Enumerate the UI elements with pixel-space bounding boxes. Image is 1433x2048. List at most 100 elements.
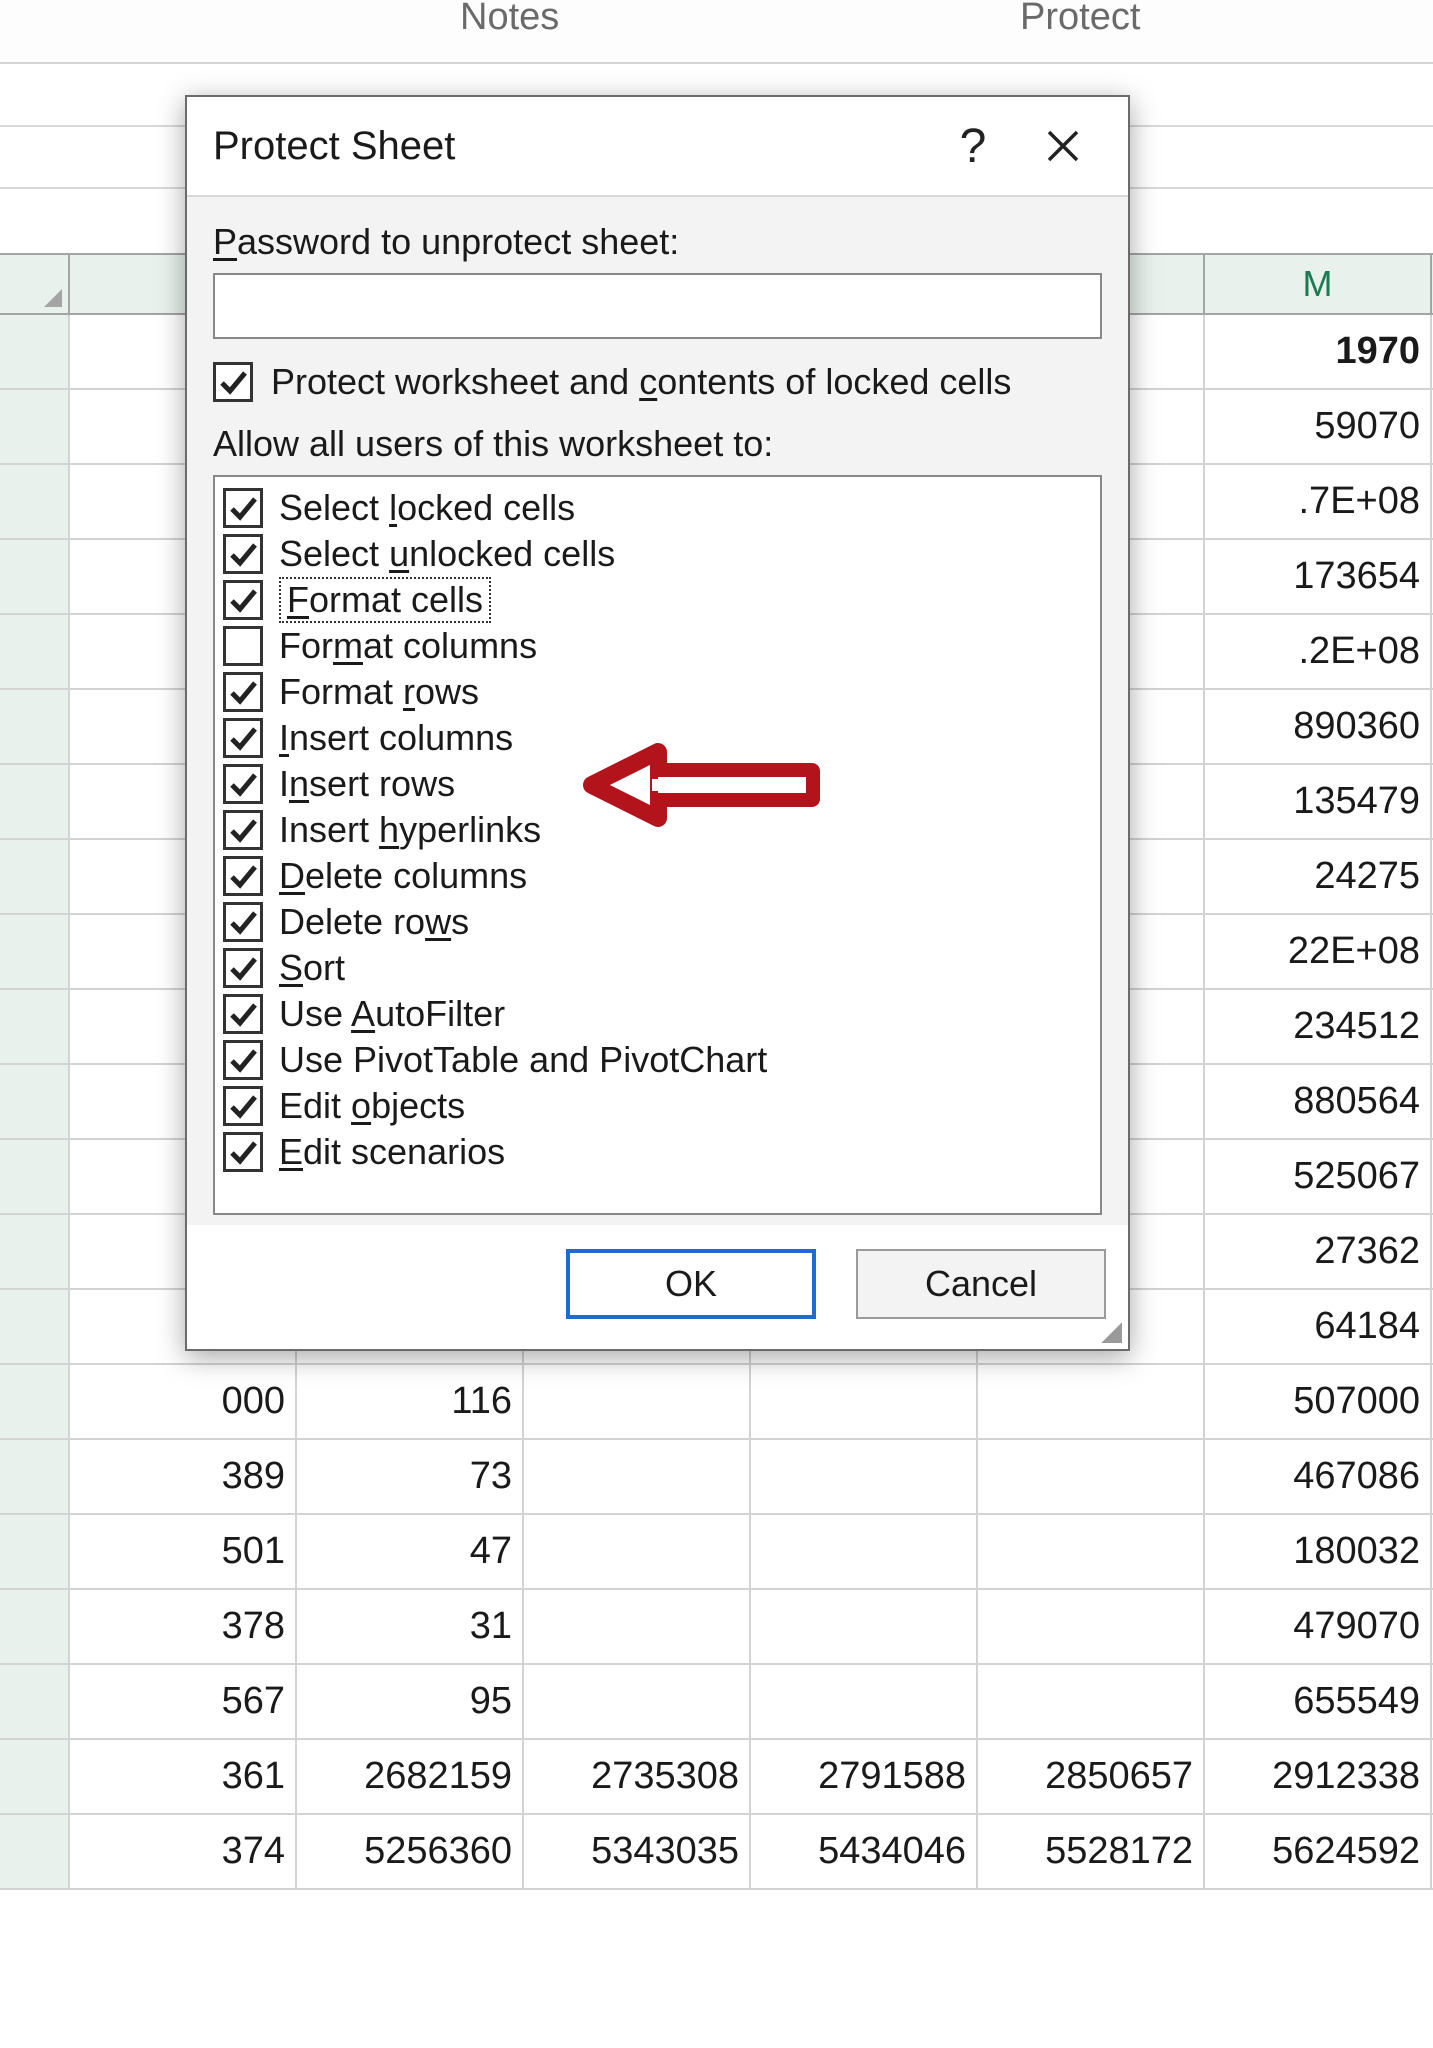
cell[interactable]: 27362 xyxy=(1205,1215,1432,1288)
permission-checkbox[interactable] xyxy=(223,994,263,1034)
cell[interactable]: 234512 xyxy=(1205,990,1432,1063)
permission-checkbox[interactable] xyxy=(223,856,263,896)
permission-option[interactable]: Use AutoFilter xyxy=(223,991,1092,1037)
row-header[interactable] xyxy=(0,1740,70,1813)
row-header[interactable] xyxy=(0,1590,70,1663)
cell[interactable]: 361 xyxy=(70,1740,297,1813)
cell[interactable]: 880564 xyxy=(1205,1065,1432,1138)
permission-checkbox[interactable] xyxy=(223,488,263,528)
cell[interactable]: 501 xyxy=(70,1515,297,1588)
permissions-listbox[interactable]: Select locked cellsSelect unlocked cells… xyxy=(213,475,1102,1215)
cell[interactable] xyxy=(978,1590,1205,1663)
cell[interactable]: .7E+08 xyxy=(1205,465,1432,538)
cell[interactable]: 135479 xyxy=(1205,765,1432,838)
cell[interactable]: 5624592 xyxy=(1205,1815,1432,1888)
cell[interactable] xyxy=(978,1365,1205,1438)
permission-checkbox[interactable] xyxy=(223,718,263,758)
row-header[interactable] xyxy=(0,1515,70,1588)
cell[interactable]: 73 xyxy=(297,1440,524,1513)
cell[interactable]: 567 xyxy=(70,1665,297,1738)
row-header[interactable] xyxy=(0,1140,70,1213)
cell[interactable]: 59070 xyxy=(1205,390,1432,463)
row-header[interactable] xyxy=(0,990,70,1063)
permission-checkbox[interactable] xyxy=(223,1086,263,1126)
permission-checkbox[interactable] xyxy=(223,580,263,620)
row-header[interactable] xyxy=(0,1290,70,1363)
cell[interactable]: 525067 xyxy=(1205,1140,1432,1213)
row-header[interactable] xyxy=(0,1665,70,1738)
permission-option[interactable]: Select locked cells xyxy=(223,485,1092,531)
row-header[interactable] xyxy=(0,915,70,988)
row-header[interactable] xyxy=(0,540,70,613)
protect-contents-option[interactable]: Protect worksheet and contents of locked… xyxy=(213,361,1102,403)
permission-option[interactable]: Use PivotTable and PivotChart xyxy=(223,1037,1092,1083)
ok-button[interactable]: OK xyxy=(566,1249,816,1319)
cell[interactable]: 000 xyxy=(70,1365,297,1438)
permission-option[interactable]: Insert columns xyxy=(223,715,1092,761)
cell[interactable] xyxy=(524,1440,751,1513)
cell[interactable] xyxy=(751,1590,978,1663)
permission-option[interactable]: Format cells xyxy=(223,577,1092,623)
cell[interactable] xyxy=(524,1515,751,1588)
cell[interactable]: 655549 xyxy=(1205,1665,1432,1738)
cell[interactable] xyxy=(751,1665,978,1738)
cell[interactable]: 2682159 xyxy=(297,1740,524,1813)
cell[interactable]: 24275 xyxy=(1205,840,1432,913)
row-header[interactable] xyxy=(0,840,70,913)
cell[interactable]: 479070 xyxy=(1205,1590,1432,1663)
row-header[interactable] xyxy=(0,315,70,388)
cell[interactable] xyxy=(978,1515,1205,1588)
cell[interactable] xyxy=(751,1515,978,1588)
cell[interactable] xyxy=(978,1665,1205,1738)
cell[interactable] xyxy=(524,1365,751,1438)
row-header[interactable] xyxy=(0,390,70,463)
close-button[interactable] xyxy=(1018,111,1108,181)
cell[interactable]: 374 xyxy=(70,1815,297,1888)
permission-option[interactable]: Insert hyperlinks xyxy=(223,807,1092,853)
cell[interactable]: 890360 xyxy=(1205,690,1432,763)
permission-checkbox[interactable] xyxy=(223,534,263,574)
cell[interactable]: 507000 xyxy=(1205,1365,1432,1438)
cell[interactable] xyxy=(751,1440,978,1513)
cancel-button[interactable]: Cancel xyxy=(856,1249,1106,1319)
permission-option[interactable]: Select unlocked cells xyxy=(223,531,1092,577)
row-header[interactable] xyxy=(0,1365,70,1438)
cell[interactable] xyxy=(524,1665,751,1738)
cell[interactable]: 64184 xyxy=(1205,1290,1432,1363)
row-header[interactable] xyxy=(0,1815,70,1888)
cell[interactable]: 173654 xyxy=(1205,540,1432,613)
cell[interactable]: 95 xyxy=(297,1665,524,1738)
permission-option[interactable]: Sort xyxy=(223,945,1092,991)
cell[interactable]: 116 xyxy=(297,1365,524,1438)
row-header[interactable] xyxy=(0,465,70,538)
row-header[interactable] xyxy=(0,765,70,838)
cell[interactable]: 389 xyxy=(70,1440,297,1513)
permission-checkbox[interactable] xyxy=(223,1132,263,1172)
permission-checkbox[interactable] xyxy=(223,672,263,712)
cell[interactable]: 2735308 xyxy=(524,1740,751,1813)
cell[interactable]: 2791588 xyxy=(751,1740,978,1813)
permission-option[interactable]: Delete columns xyxy=(223,853,1092,899)
permission-option[interactable]: Format rows xyxy=(223,669,1092,715)
column-header[interactable]: M xyxy=(1205,255,1432,313)
permission-checkbox[interactable] xyxy=(223,626,263,666)
permission-checkbox[interactable] xyxy=(223,948,263,988)
cell[interactable]: 5528172 xyxy=(978,1815,1205,1888)
cell[interactable]: 47 xyxy=(297,1515,524,1588)
cell[interactable]: 5256360 xyxy=(297,1815,524,1888)
cell[interactable]: 1970 xyxy=(1205,315,1432,388)
permission-option[interactable]: Edit scenarios xyxy=(223,1129,1092,1175)
permission-checkbox[interactable] xyxy=(223,764,263,804)
cell[interactable]: .2E+08 xyxy=(1205,615,1432,688)
cell[interactable] xyxy=(524,1590,751,1663)
help-button[interactable]: ? xyxy=(928,111,1018,181)
row-header[interactable] xyxy=(0,690,70,763)
select-all-corner[interactable] xyxy=(0,255,70,313)
cell[interactable] xyxy=(751,1365,978,1438)
row-header[interactable] xyxy=(0,1215,70,1288)
row-header[interactable] xyxy=(0,1065,70,1138)
cell[interactable]: 22E+08 xyxy=(1205,915,1432,988)
cell[interactable]: 467086 xyxy=(1205,1440,1432,1513)
permission-option[interactable]: Format columns xyxy=(223,623,1092,669)
permission-option[interactable]: Edit objects xyxy=(223,1083,1092,1129)
